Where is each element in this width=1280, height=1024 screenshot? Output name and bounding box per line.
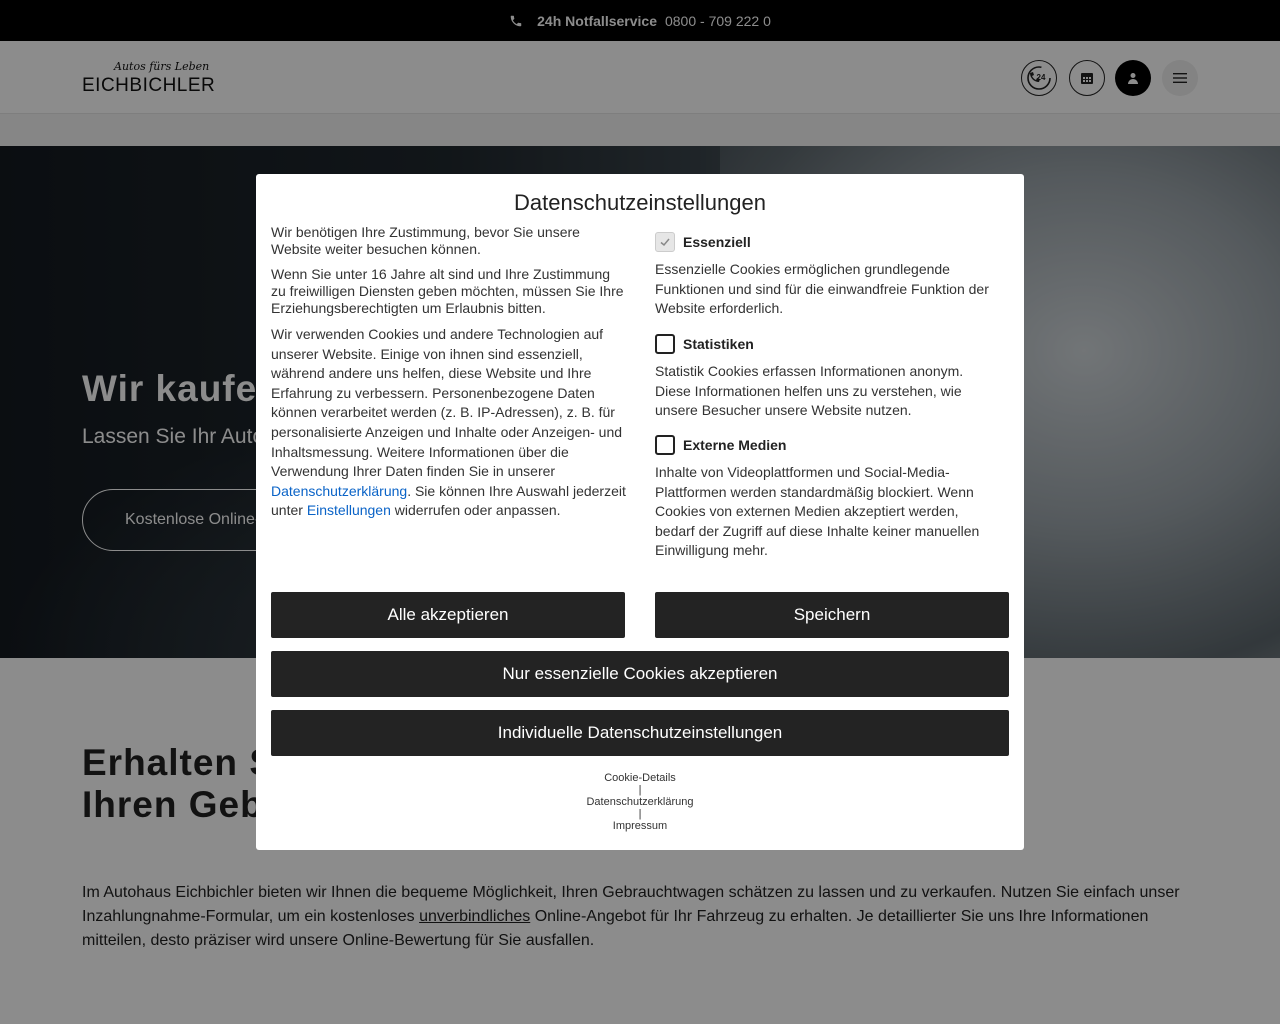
consent-info-text: Wir benötigen Ihre Zustimmung, bevor Sie… — [271, 224, 627, 529]
link-separator: | — [638, 784, 642, 796]
statistics-label: Statistiken — [683, 336, 754, 352]
consent-paragraph-3-text-a: Wir verwenden Cookies und andere Technol… — [271, 326, 623, 480]
consent-paragraph-1: Wir benötigen Ihre Zustimmung, bevor Sie… — [271, 224, 580, 257]
cookie-details-link[interactable]: Cookie-Details — [256, 772, 1024, 784]
external-media-checkbox[interactable] — [655, 435, 675, 455]
statistics-description: Statistik Cookies erfassen Informationen… — [655, 363, 964, 419]
external-media-label: Externe Medien — [683, 437, 787, 453]
privacy-policy-link[interactable]: Datenschutzerklärung — [271, 483, 407, 499]
consent-paragraph-2: Wenn Sie unter 16 Jahre alt sind und Ihr… — [271, 266, 624, 316]
consent-paragraph-3-text-c: widerrufen oder anpassen. — [390, 502, 561, 519]
dialog-footer-links: Cookie-Details | Datenschutzerklärung | … — [256, 772, 1024, 832]
external-media-description: Inhalte von Videoplattformen und Social-… — [655, 464, 980, 559]
imprint-link[interactable]: Impressum — [256, 820, 1024, 832]
category-essential: Essenziell Essenzielle Cookies ermöglich… — [655, 232, 995, 319]
dialog-title: Datenschutzeinstellungen — [514, 190, 766, 215]
statistics-checkbox[interactable] — [655, 334, 675, 354]
essential-label: Essenziell — [683, 234, 751, 250]
privacy-settings-dialog: Datenschutzeinstellungen Wir benötigen I… — [256, 174, 1024, 850]
accept-all-button[interactable]: Alle akzeptieren — [271, 592, 625, 638]
accept-essential-only-button[interactable]: Nur essenzielle Cookies akzeptieren — [271, 651, 1009, 697]
essential-description: Essenzielle Cookies ermöglichen grundleg… — [655, 261, 989, 317]
individual-privacy-settings-button[interactable]: Individuelle Datenschutzeinstellungen — [271, 710, 1009, 756]
settings-link[interactable]: Einstellungen — [307, 502, 391, 518]
category-statistics: Statistiken Statistik Cookies erfassen I… — [655, 334, 995, 421]
link-separator: | — [638, 808, 642, 820]
category-external-media: Externe Medien Inhalte von Videoplattfor… — [655, 435, 995, 561]
save-button[interactable]: Speichern — [655, 592, 1009, 638]
consent-paragraph-3: Wir verwenden Cookies und andere Technol… — [271, 325, 627, 521]
essential-checkbox[interactable] — [655, 232, 675, 252]
checkmark-icon — [660, 238, 670, 247]
privacy-statement-link[interactable]: Datenschutzerklärung — [256, 796, 1024, 808]
